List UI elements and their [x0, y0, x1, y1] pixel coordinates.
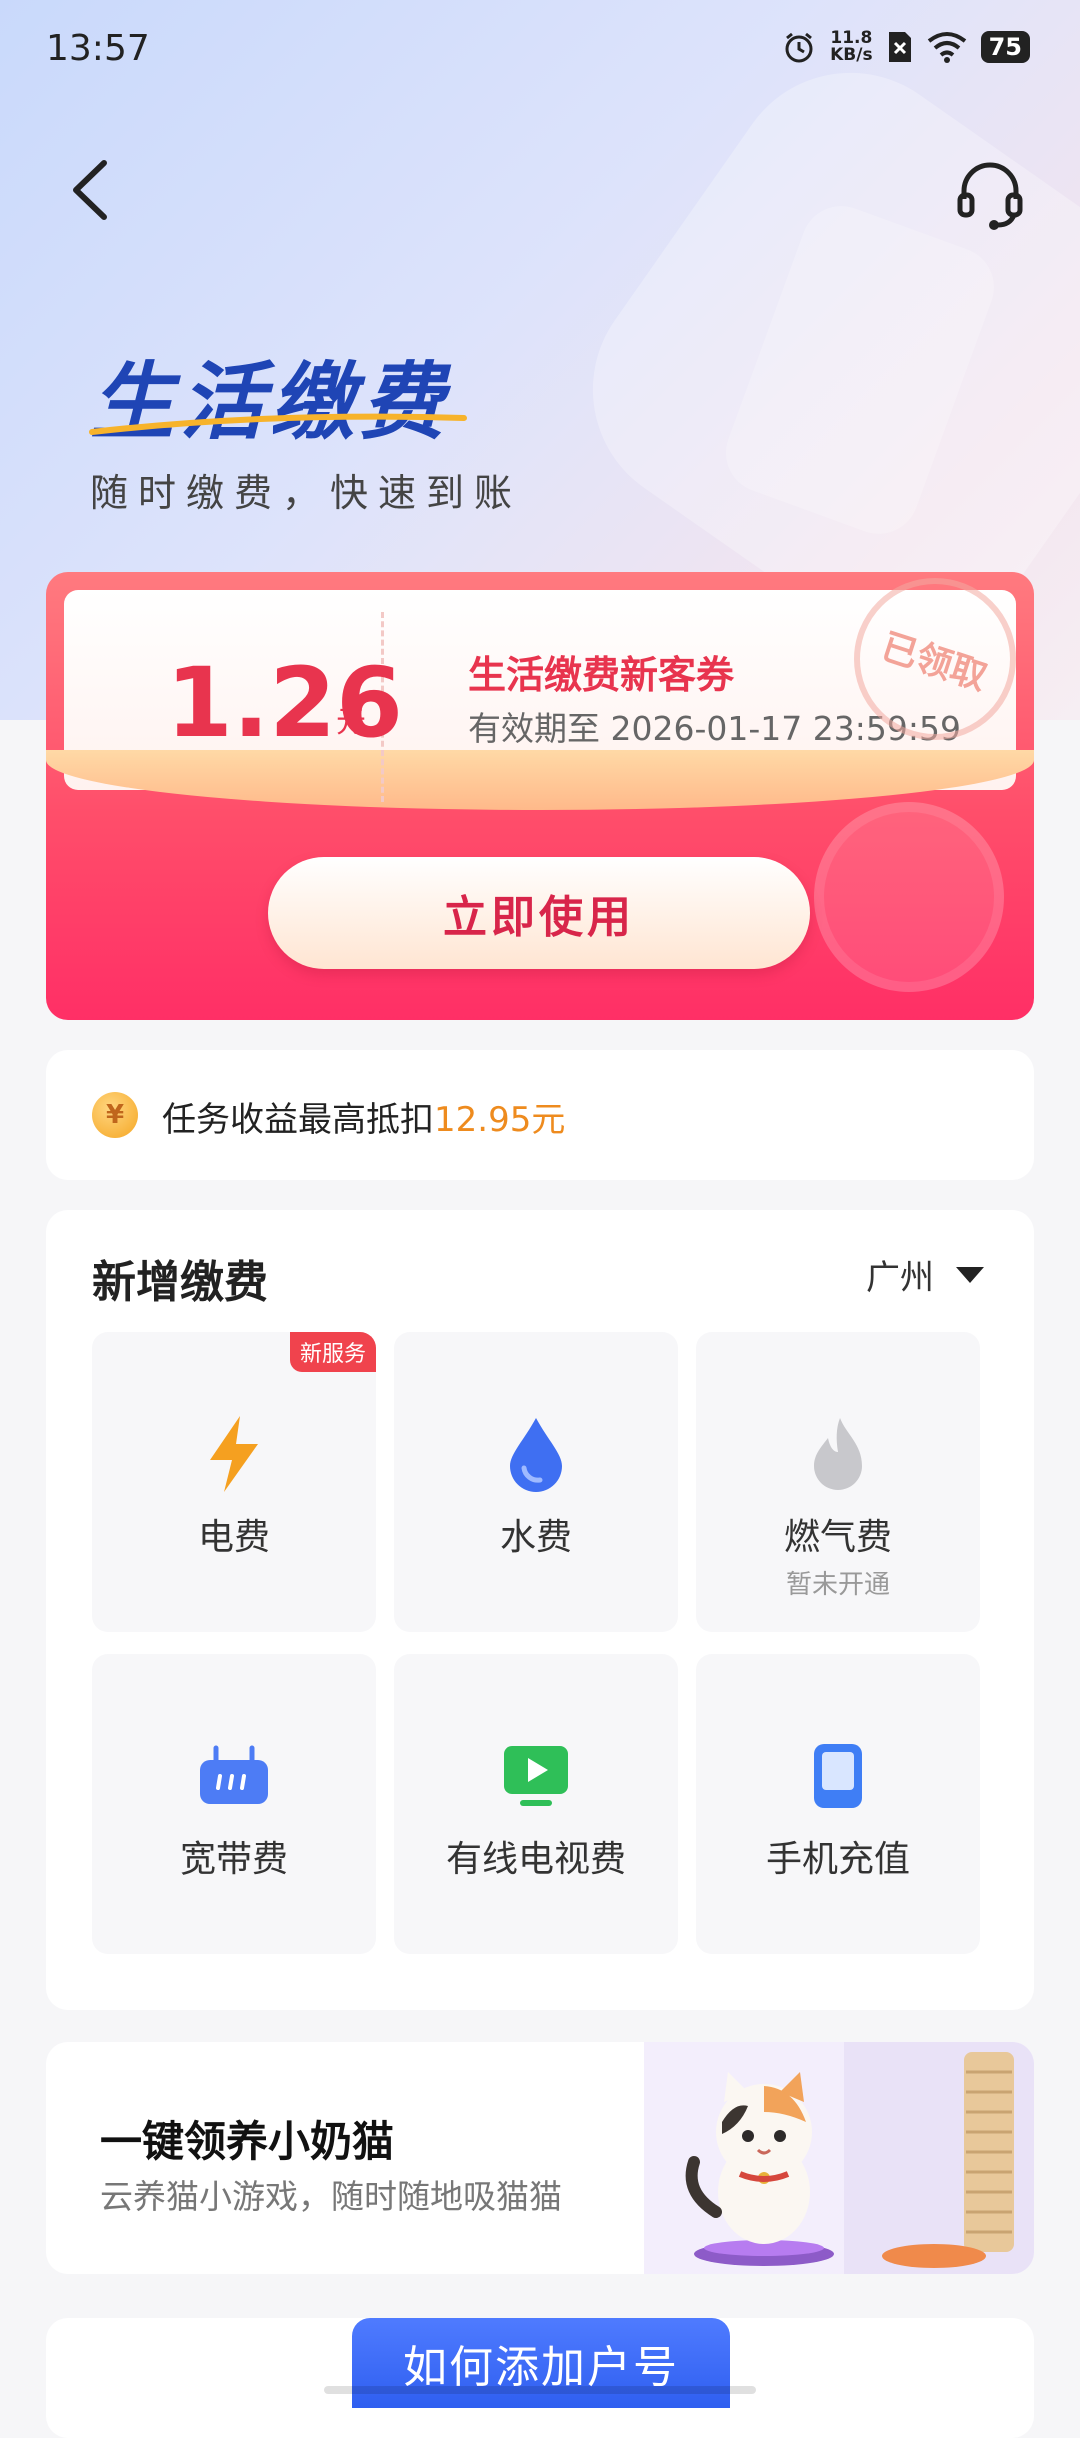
lightning-icon [194, 1414, 274, 1494]
task-reward-amount: 12.95元 [434, 1100, 566, 1140]
battery-indicator: 75 [980, 31, 1030, 63]
home-indicator [324, 2386, 756, 2394]
section-title: 新增缴费 [92, 1257, 268, 1308]
coupon-card: 1.26 元 生活缴费新客券 有效期至 2026-01-17 23:59:59 … [46, 572, 1034, 1020]
how-to-add-account-button[interactable]: 如何添加户号 [352, 2318, 730, 2408]
payment-item-mobile-recharge[interactable]: 手机充值 [696, 1654, 980, 1954]
task-reward-label: 任务收益最高抵扣 [162, 1100, 434, 1140]
adopt-cat-banner[interactable]: 一键领养小奶猫 云养猫小游戏，随时随地吸猫猫 [46, 2042, 1034, 2274]
payment-item-label: 宽带费 [179, 1839, 288, 1880]
not-available-text: 暂未开通 [785, 1570, 890, 1600]
coin-icon: ¥ [92, 1092, 138, 1138]
network-speed: 11.8 KB/s [830, 30, 872, 64]
broadband-icon [194, 1736, 274, 1816]
payment-item-gas[interactable]: 燃气费 暂未开通 [696, 1332, 980, 1632]
alarm-icon [785, 32, 813, 63]
payment-item-label: 手机充值 [765, 1839, 910, 1880]
claimed-stamp-text: 已领取 [876, 626, 992, 699]
payment-item-label: 电费 [197, 1517, 270, 1558]
dropdown-arrow-icon [956, 1266, 984, 1283]
new-payment-section: 新增缴费 广州 新服务 电费 水费 燃气费 暂未开通 宽带费 有线电视费 手机充… [46, 1210, 1034, 2010]
sim-blocked-icon [888, 32, 911, 62]
banner-description: 云养猫小游戏，随时随地吸猫猫 [100, 2177, 562, 2216]
status-bar: 13:57 11.8 KB/s 75 [0, 0, 1080, 100]
network-speed-unit: KB/s [830, 45, 873, 65]
headset-icon [957, 162, 1023, 230]
status-time: 13:57 [46, 28, 150, 69]
claimed-stamp: 已领取 [854, 578, 1016, 740]
wifi-icon [927, 32, 966, 63]
banner-title: 一键领养小奶猫 [100, 2117, 395, 2166]
coupon-unit: 元 [336, 705, 366, 740]
city-selector[interactable]: 广州 [866, 1250, 984, 1299]
cat-illustration [644, 2042, 1034, 2274]
lightning-watermark-icon [814, 802, 1004, 992]
payment-item-label: 水费 [499, 1517, 572, 1558]
city-name: 广州 [866, 1258, 934, 1298]
flame-icon [798, 1414, 878, 1494]
payment-item-electricity[interactable]: 新服务 电费 [92, 1332, 376, 1632]
phone-icon [798, 1736, 878, 1816]
water-drop-icon [496, 1414, 576, 1494]
new-service-badge: 新服务 [289, 1332, 376, 1372]
payment-item-cable-tv[interactable]: 有线电视费 [394, 1654, 678, 1954]
coupon-name: 生活缴费新客券 [468, 653, 735, 697]
status-icons: 11.8 KB/s 75 [782, 30, 1030, 64]
back-arrow-icon [73, 160, 107, 220]
task-reward-text: 任务收益最高抵扣12.95元 [162, 1092, 565, 1141]
payment-item-label: 燃气费 [783, 1517, 892, 1558]
coupon-band [46, 750, 1034, 810]
back-button[interactable] [60, 155, 120, 225]
payment-item-water[interactable]: 水费 [394, 1332, 678, 1632]
task-reward-row[interactable]: ¥ 任务收益最高抵扣12.95元 [46, 1050, 1034, 1180]
title-underline-decoration [89, 413, 467, 435]
page-subtitle: 随时缴费，快速到账 [90, 471, 523, 515]
tv-icon [496, 1736, 576, 1816]
customer-service-button[interactable] [950, 155, 1030, 235]
use-now-button[interactable]: 立即使用 [268, 857, 810, 969]
payment-item-label: 有线电视费 [445, 1839, 626, 1880]
coupon-amount: 1.26 [166, 647, 403, 759]
payment-item-broadband[interactable]: 宽带费 [92, 1654, 376, 1954]
